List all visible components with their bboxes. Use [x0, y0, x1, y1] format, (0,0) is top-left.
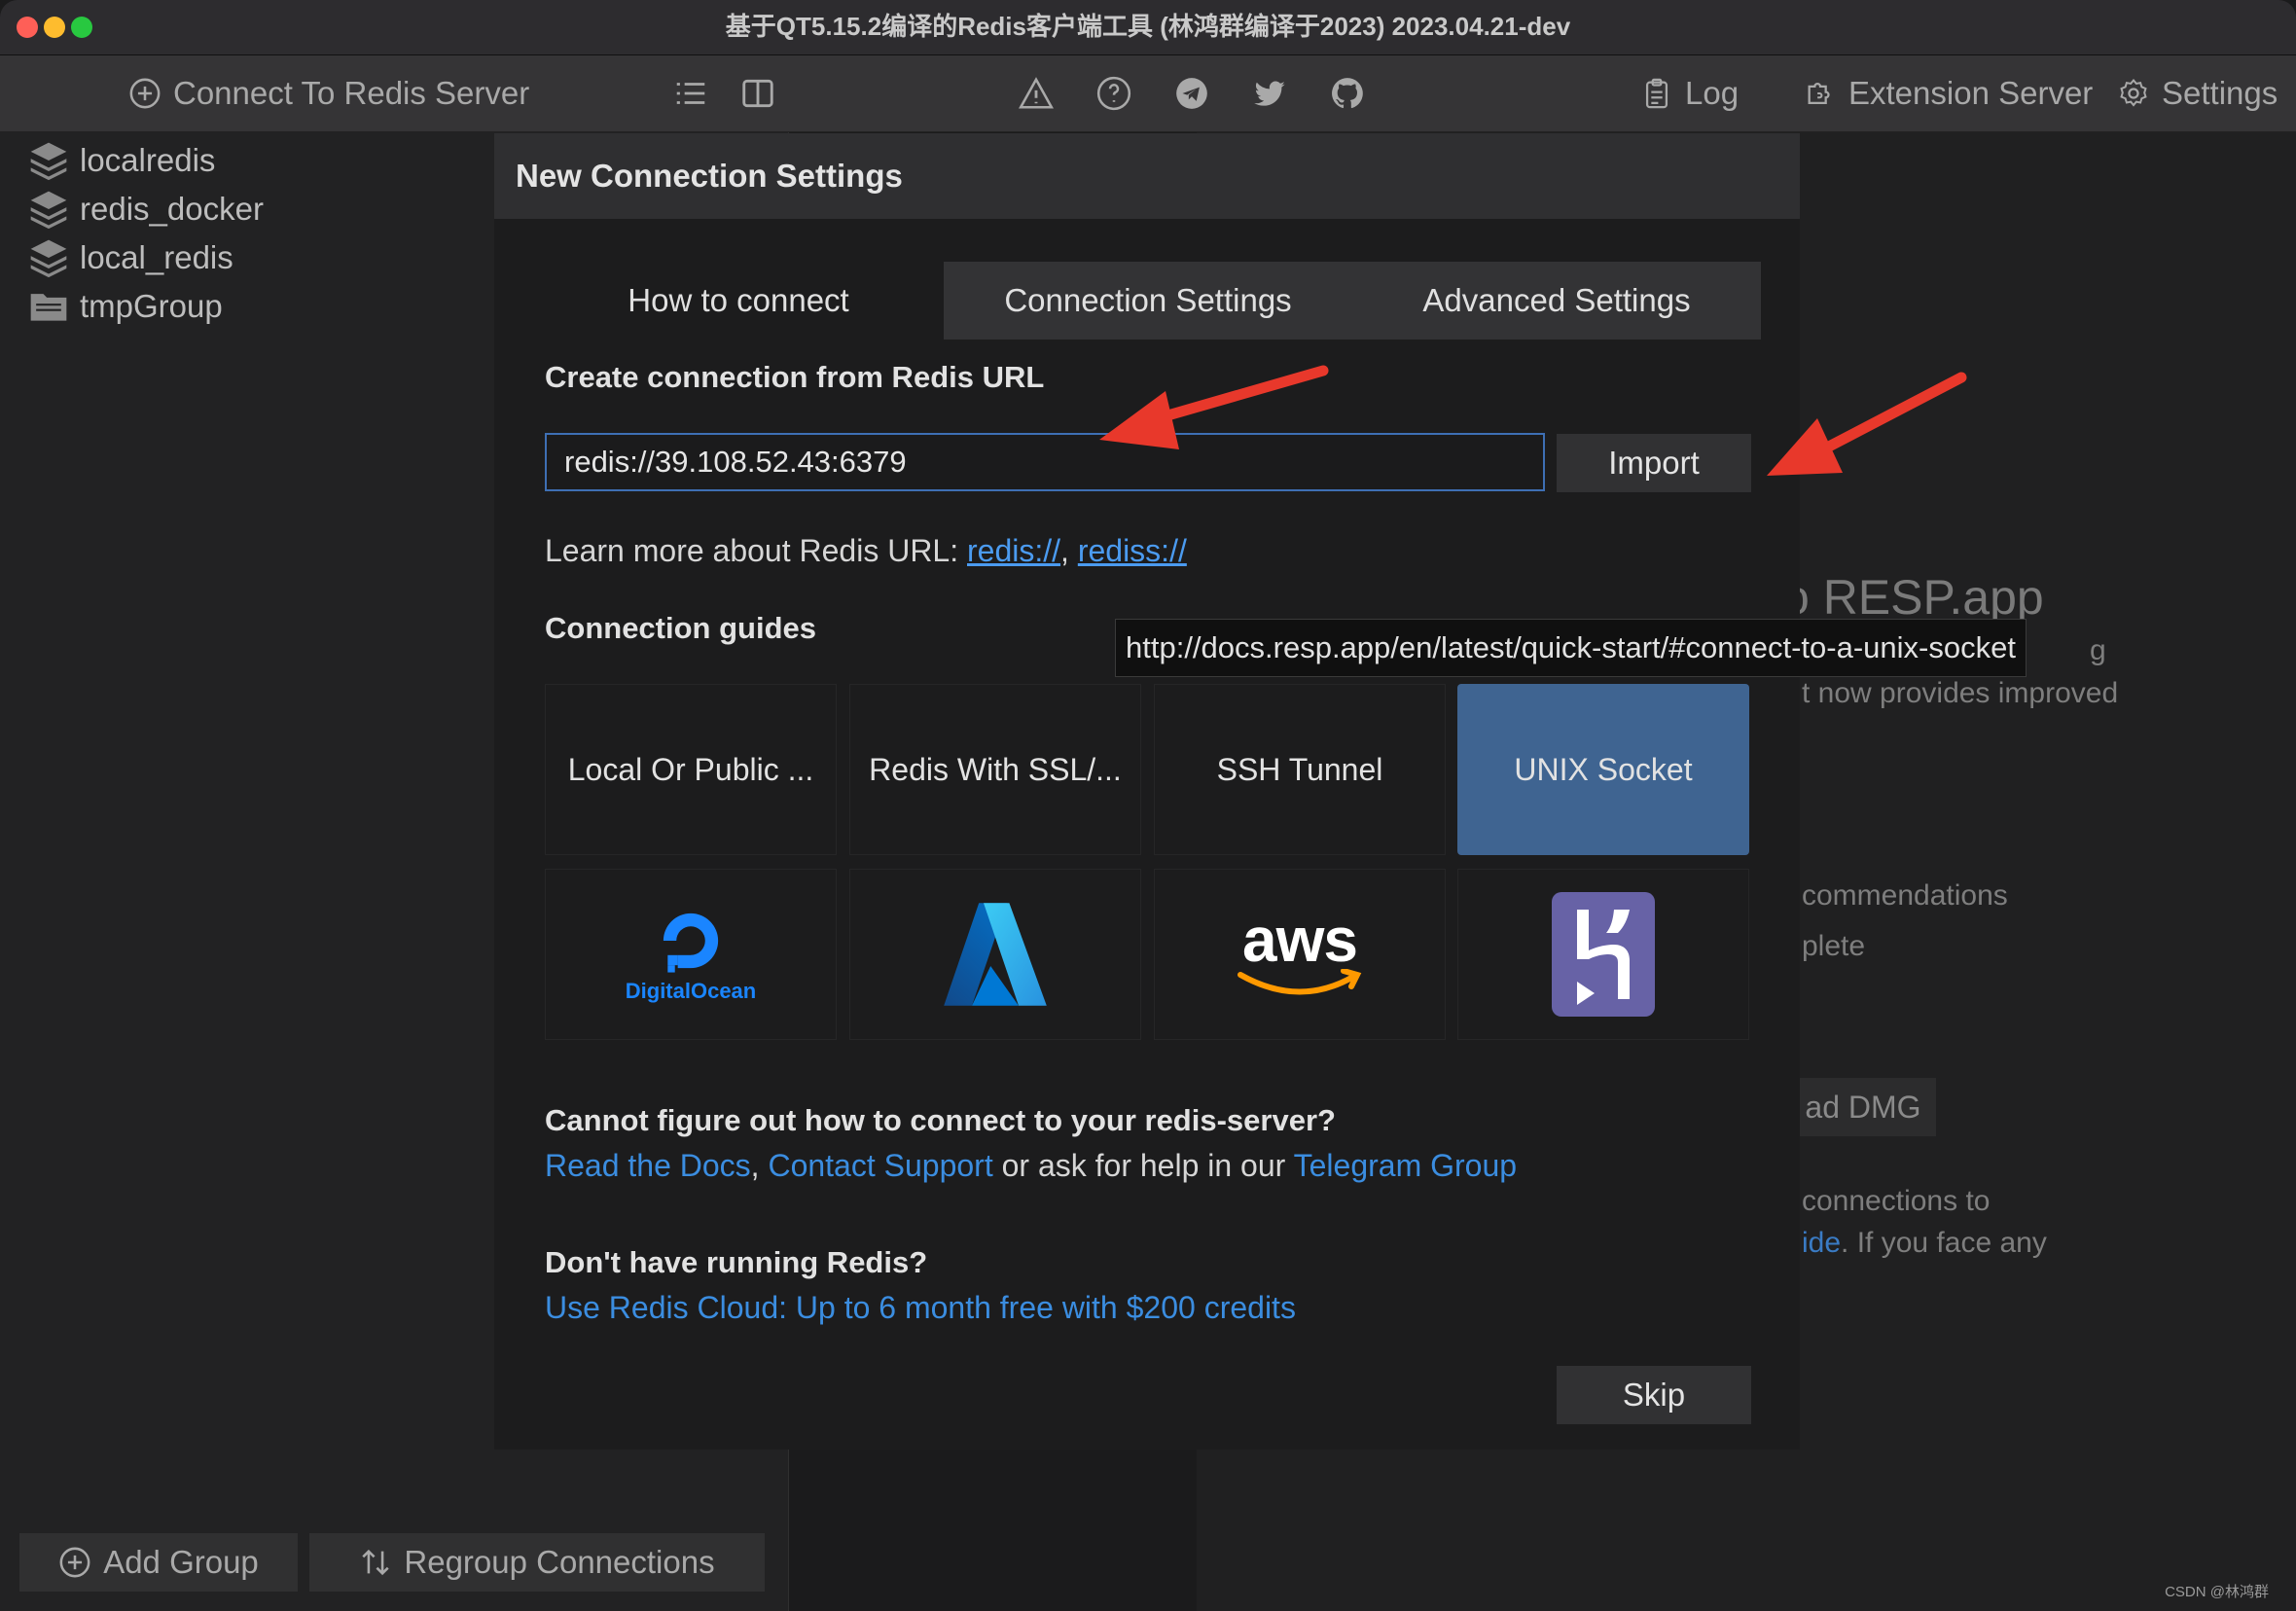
arrow-to-url-input-icon: [1099, 365, 1329, 449]
annotation-arrows: [1099, 365, 1967, 476]
watermark: CSDN @林鸿群: [2165, 1584, 2269, 1600]
arrow-to-import-button-icon: [1767, 372, 1967, 476]
